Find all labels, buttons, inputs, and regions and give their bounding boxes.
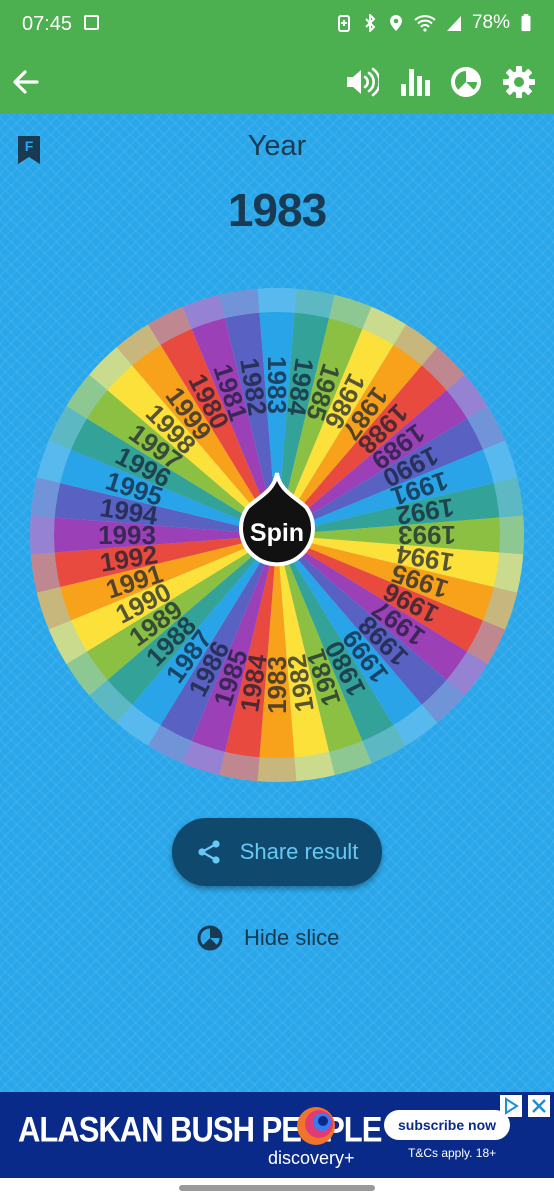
stats-icon: [401, 69, 430, 96]
back-button[interactable]: [6, 62, 46, 102]
stats-button[interactable]: [395, 62, 435, 102]
volume-icon: [347, 67, 379, 97]
bluetooth-icon: [365, 14, 376, 32]
ad-close-icon[interactable]: [528, 1095, 550, 1117]
settings-gear-icon: [503, 66, 535, 98]
signal-icon: [446, 16, 461, 31]
battery-percent: 78%: [471, 12, 510, 33]
hide-slice-label: Hide slice: [244, 925, 340, 950]
battery-saver-icon: [337, 15, 350, 32]
app-bar: [0, 50, 554, 114]
pie-chart-icon: [451, 67, 481, 97]
ad-choices-icon[interactable]: [500, 1095, 522, 1117]
ad-banner[interactable]: ALASKAN BUSH PEOPLE discovery+ subscribe…: [0, 1092, 554, 1178]
wheel-rim-segment: [499, 515, 525, 555]
result-value: 1983: [227, 184, 327, 236]
ad-subscribe-button[interactable]: subscribe now: [384, 1110, 510, 1140]
back-arrow-icon: [13, 70, 39, 94]
battery-icon: [521, 14, 531, 32]
share-icon: [198, 840, 220, 864]
share-result-label: Share result: [239, 839, 359, 864]
ad-brand: discovery+: [268, 1148, 355, 1168]
sound-button[interactable]: [342, 62, 382, 102]
discovery-logo-icon: [297, 1107, 335, 1145]
status-time: 07:45: [22, 13, 73, 35]
share-result-button[interactable]: Share result: [172, 818, 382, 886]
pie-slice-icon: [197, 925, 223, 951]
wheel-rim-segment: [257, 757, 297, 783]
spin-wheel[interactable]: 1980198119821983198419851986198719881989…: [27, 285, 527, 785]
status-icons: 78%: [336, 12, 532, 34]
location-icon: [389, 15, 402, 31]
wheel-rim-segment: [257, 287, 297, 313]
navigation-bar: [0, 1178, 554, 1200]
status-bar: 07:45 78%: [0, 0, 554, 50]
settings-button[interactable]: [499, 62, 539, 102]
result-label: Year: [247, 130, 307, 162]
wifi-icon: [414, 15, 436, 32]
ad-terms: T&Cs apply. 18+: [408, 1146, 497, 1160]
photo-icon: [84, 15, 99, 30]
spin-label: Spin: [250, 519, 304, 547]
wheels-button[interactable]: [446, 62, 486, 102]
gesture-handle[interactable]: [179, 1185, 375, 1191]
hide-slice-button[interactable]: Hide slice: [196, 918, 339, 958]
wheel-rim-segment: [29, 515, 55, 555]
